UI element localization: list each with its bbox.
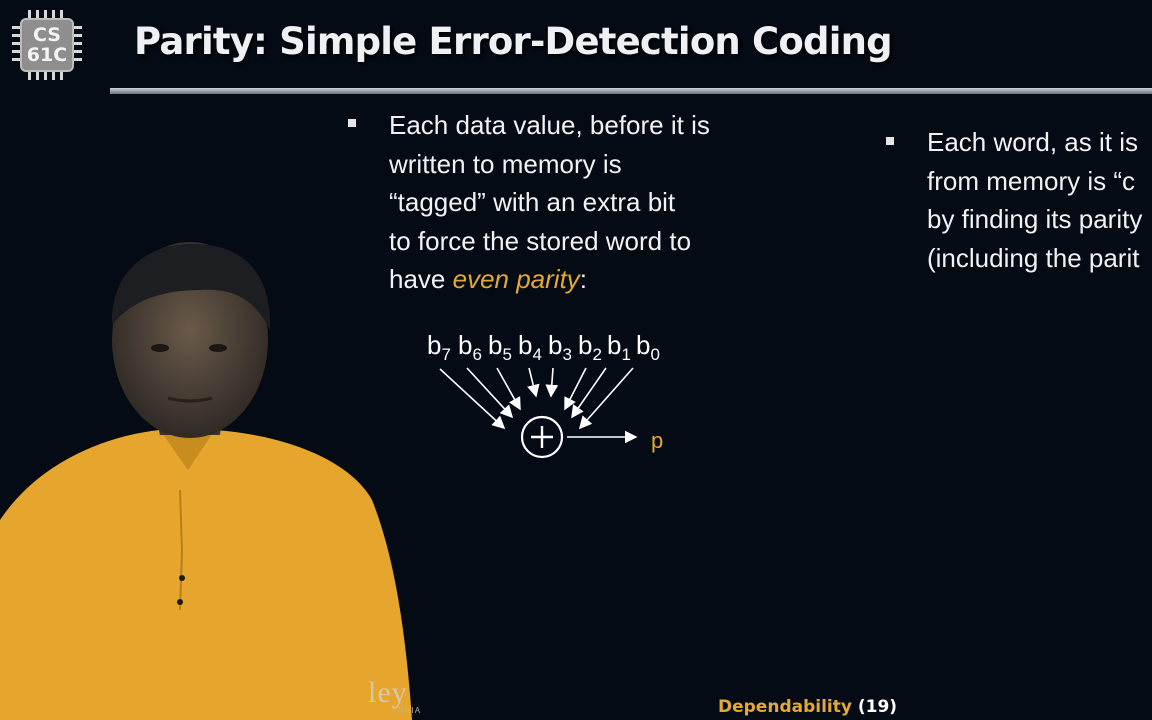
- arrow-b6: [466, 367, 514, 419]
- berkeley-watermark: ley: [368, 676, 408, 709]
- arrow-b4: [527, 367, 540, 398]
- xor-circle-plus-icon: [520, 415, 564, 459]
- arrow-b1: [571, 367, 607, 419]
- berkeley-watermark-subtext: RNIA: [398, 706, 422, 715]
- arrow-b5: [496, 367, 521, 411]
- parity-output-label: p: [651, 428, 664, 453]
- arrow-b3: [545, 367, 559, 398]
- slide-footer: Dependability (19): [718, 697, 897, 717]
- footer-topic: Dependability: [718, 697, 852, 717]
- arrow-b2: [564, 367, 587, 411]
- speaker-video: [0, 242, 412, 720]
- footer-page-number: (19): [857, 697, 898, 717]
- arrow-b0: [578, 367, 634, 430]
